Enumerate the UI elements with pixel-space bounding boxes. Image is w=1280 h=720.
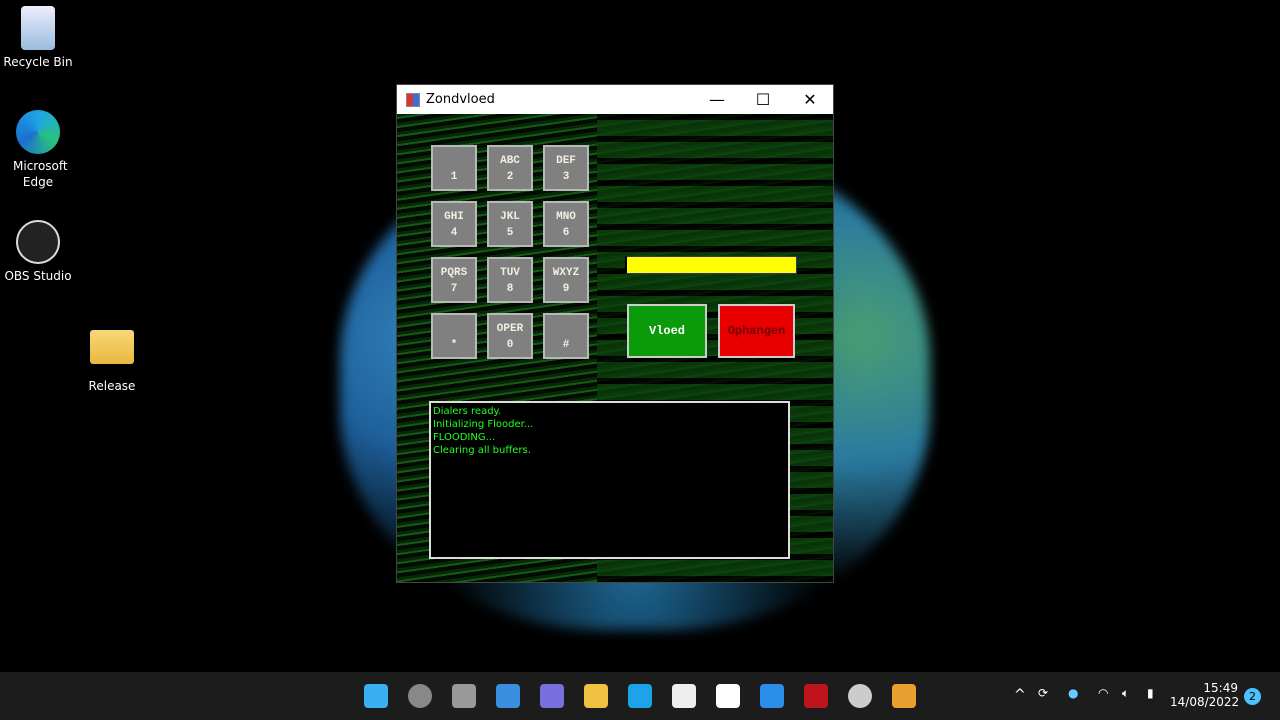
window-title: Zondvloed [426, 92, 495, 107]
app-icon [406, 92, 420, 107]
app-window: Zondvloed — ☐ ✕ 1 ABC 2 DEF 3 GHI 4 JKL 5 MNO 6 PQR… [396, 84, 834, 583]
key-digit: 0 [506, 339, 514, 351]
notification-badge[interactable]: 2 [1244, 688, 1261, 705]
minimize-button[interactable]: — [694, 85, 740, 114]
number-input[interactable] [625, 256, 797, 274]
key-letters: WXYZ [552, 267, 580, 279]
taskbar-file-explorer-icon[interactable] [584, 684, 608, 708]
log-output: Dialers ready. Initializing Flooder... F… [429, 401, 790, 559]
key-letters: GHI [444, 211, 464, 223]
key-digit: 6 [562, 227, 570, 239]
key-digit: 4 [450, 227, 458, 239]
key-letters [545, 321, 587, 337]
key-letters: PQRS [440, 267, 468, 279]
taskbar-store-icon[interactable] [672, 684, 696, 708]
key-letters: DEF [556, 155, 576, 167]
maximize-button[interactable]: ☐ [740, 85, 786, 114]
taskbar-task-view-icon[interactable] [452, 684, 476, 708]
taskbar-app-icon[interactable] [716, 684, 740, 708]
keypad-key-4[interactable]: GHI 4 [431, 201, 477, 247]
desktop-icon-release[interactable]: Release [74, 330, 150, 394]
taskbar-help-icon[interactable] [760, 684, 784, 708]
taskbar-mcafee-icon[interactable] [804, 684, 828, 708]
keypad-key-1[interactable]: 1 [431, 145, 477, 191]
obs-icon [16, 220, 60, 264]
key-digit: 9 [562, 283, 570, 295]
key-digit: 8 [506, 283, 514, 295]
key-digit: 2 [506, 171, 514, 183]
keypad-key-2[interactable]: ABC 2 [487, 145, 533, 191]
key-letters: TUV [500, 267, 520, 279]
taskbar-obs-icon[interactable] [848, 684, 872, 708]
clock[interactable]: 15:49 14/08/2022 [1170, 681, 1239, 709]
sync-icon[interactable]: ⟳ [1038, 686, 1048, 700]
desktop-icon-obs[interactable]: OBS Studio [0, 220, 76, 284]
taskbar-start-icon[interactable] [364, 684, 388, 708]
log-line: Initializing Flooder... [433, 419, 534, 430]
flood-button[interactable]: Vloed [627, 304, 707, 358]
key-letters: OPER [496, 323, 524, 335]
key-digit: 5 [506, 227, 514, 239]
close-button[interactable]: ✕ [787, 85, 833, 114]
key-letters: ABC [500, 155, 520, 167]
desktop-icon-edge[interactable]: Microsoft Edge [0, 110, 76, 190]
keypad-key-10[interactable]: * [431, 313, 477, 359]
show-hidden-icons[interactable]: ^ [1014, 687, 1026, 703]
log-line: Dialers ready. [433, 406, 502, 417]
key-letters: JKL [500, 211, 520, 223]
wifi-icon[interactable]: ◠ [1098, 686, 1108, 700]
recycle-bin-icon [21, 6, 55, 50]
key-letters: MNO [556, 211, 576, 223]
taskbar-zondvloed-icon[interactable] [892, 684, 916, 708]
app-client-area: 1 ABC 2 DEF 3 GHI 4 JKL 5 MNO 6 PQRS 7 TUV 8 WXYZ 9 * OPE… [397, 114, 833, 582]
battery-icon[interactable]: ▮ [1147, 686, 1154, 700]
key-digit: # [562, 339, 570, 351]
edge-icon [16, 110, 60, 154]
keypad-key-8[interactable]: TUV 8 [487, 257, 533, 303]
title-bar: Zondvloed — ☐ ✕ [397, 85, 833, 114]
key-letters [433, 321, 475, 337]
taskbar-chat-icon[interactable] [540, 684, 564, 708]
keypad-key-7[interactable]: PQRS 7 [431, 257, 477, 303]
taskbar-widgets-icon[interactable] [496, 684, 520, 708]
desktop-icon-recycle-bin[interactable]: Recycle Bin [0, 6, 76, 70]
key-digit: 3 [562, 171, 570, 183]
folder-icon [90, 330, 134, 364]
keypad-key-5[interactable]: JKL 5 [487, 201, 533, 247]
hangup-button[interactable]: Ophangen [718, 304, 795, 358]
log-line: FLOODING... [433, 432, 496, 443]
key-digit: 7 [450, 283, 458, 295]
key-digit: * [450, 339, 458, 351]
microphone-icon[interactable]: ● [1068, 686, 1078, 700]
taskbar-search-icon[interactable] [408, 684, 432, 708]
taskbar-edge-icon[interactable] [628, 684, 652, 708]
keypad-key-9[interactable]: WXYZ 9 [543, 257, 589, 303]
taskbar: ^ ⟳ ● ◠ 🔈︎ ▮ 15:49 14/08/2022 2 [0, 672, 1280, 720]
keypad-key-11[interactable]: OPER 0 [487, 313, 533, 359]
key-digit: 1 [450, 171, 458, 183]
volume-icon[interactable]: 🔈︎ [1122, 686, 1129, 701]
key-letters [433, 153, 475, 169]
keypad-key-12[interactable]: # [543, 313, 589, 359]
log-line: Clearing all buffers. [433, 445, 531, 456]
keypad-key-6[interactable]: MNO 6 [543, 201, 589, 247]
keypad-key-3[interactable]: DEF 3 [543, 145, 589, 191]
